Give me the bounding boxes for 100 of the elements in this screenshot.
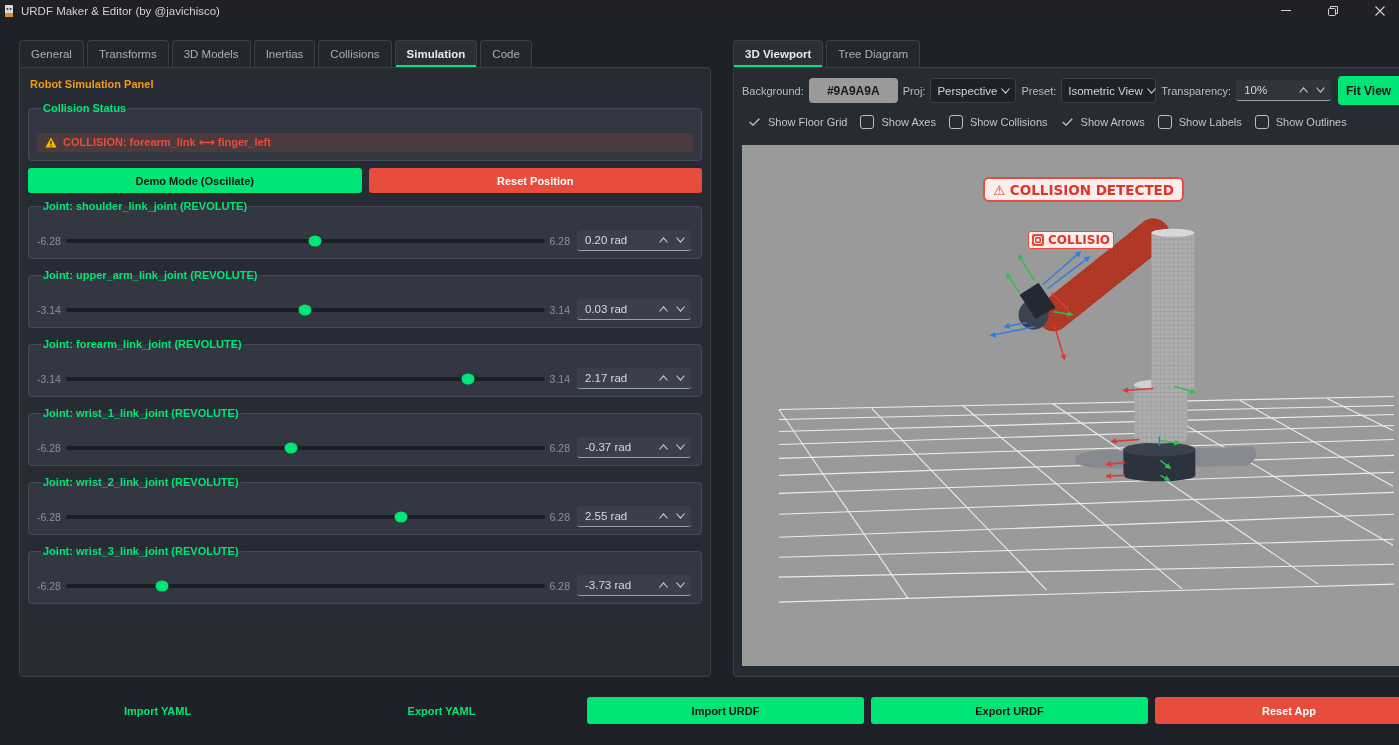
angle-spinbox[interactable]: -3.73 rad (577, 575, 691, 596)
viewport-canvas[interactable]: ⚠ COLLISION DETECTED COLLISIO (742, 145, 1399, 666)
chevron-down-icon[interactable] (676, 306, 685, 312)
warning-icon (45, 137, 57, 148)
collision-banner: ⚠ COLLISION DETECTED (983, 177, 1185, 202)
max-label: 6.28 (549, 510, 570, 523)
alert-message: COLLISION: forearm_link ⟷ finger_left (63, 136, 271, 149)
panel-title: Robot Simulation Panel (30, 77, 155, 91)
transparency-spinbox[interactable]: 10% (1236, 80, 1332, 101)
tab[interactable]: Code (480, 40, 532, 67)
slider-thumb[interactable] (308, 235, 322, 246)
chevron-up-icon[interactable] (659, 582, 668, 588)
min-label: -3.14 (37, 303, 61, 316)
chevron-down-icon[interactable] (676, 237, 685, 243)
group-title: Collision Status (42, 101, 128, 115)
tab[interactable]: Transforms (86, 40, 169, 67)
joint-title: Joint: forearm_link_joint (REVOLUTE) (42, 337, 243, 351)
chevron-down-icon (1146, 87, 1156, 94)
field-label: Proj: (902, 84, 926, 97)
checkbox[interactable] (1254, 115, 1269, 129)
slider-track[interactable] (65, 376, 545, 381)
checkbox[interactable] (860, 115, 875, 129)
angle-spinbox[interactable]: 0.03 rad (577, 299, 691, 320)
footer-button[interactable]: Import URDF (587, 697, 864, 724)
chevron-up-icon[interactable] (659, 237, 668, 243)
emblem-icon (1032, 234, 1044, 246)
footer-button[interactable]: Export URDF (871, 697, 1148, 724)
chevron-up-icon[interactable] (1299, 87, 1309, 93)
joint-title: Joint: upper_arm_link_joint (REVOLUTE) (42, 268, 259, 282)
tab[interactable]: Collisions (318, 40, 392, 67)
field-label: Preset: (1021, 84, 1057, 97)
restore-icon[interactable] (1328, 5, 1338, 16)
projection-dropdown[interactable]: Perspective (930, 78, 1017, 103)
max-label: 3.14 (549, 303, 570, 316)
field-label: Background: (742, 84, 804, 97)
joint-title: Joint: wrist_1_link_joint (REVOLUTE) (42, 406, 240, 420)
fit-view-button[interactable]: Fit View (1338, 76, 1399, 105)
slider-thumb[interactable] (461, 373, 475, 384)
close-icon[interactable] (1375, 5, 1385, 16)
slider-thumb[interactable] (284, 442, 298, 453)
checkmark-icon[interactable] (1061, 118, 1073, 126)
field-label: Transparency: (1161, 84, 1232, 97)
angle-spinbox[interactable]: 2.55 rad (577, 506, 691, 527)
footer-button[interactable]: Export YAML (303, 697, 580, 724)
chevron-down-icon[interactable] (676, 582, 685, 588)
chevron-down-icon[interactable] (676, 444, 685, 450)
app-icon (4, 4, 14, 17)
chevron-down-icon[interactable] (676, 375, 685, 381)
tag-label: COLLISIO (1048, 233, 1111, 247)
option-label[interactable]: Show Collisions (969, 116, 1048, 128)
min-label: -6.28 (37, 579, 61, 592)
footer-button[interactable]: Reset App (1155, 697, 1399, 724)
slider-track[interactable] (65, 445, 545, 450)
tab[interactable]: Simulation (394, 40, 478, 67)
color-swatch-button[interactable]: #9A9A9A (808, 78, 898, 103)
chevron-up-icon[interactable] (659, 444, 668, 450)
chevron-up-icon[interactable] (659, 306, 668, 312)
tab[interactable]: Tree Diagram (826, 40, 921, 67)
action-button[interactable]: Demo Mode (Oscillate) (28, 168, 362, 193)
checkbox[interactable] (1157, 115, 1172, 129)
chevron-down-icon[interactable] (1316, 87, 1326, 93)
max-label: 6.28 (549, 234, 570, 247)
slider-track[interactable] (65, 514, 545, 519)
chevron-up-icon[interactable] (659, 375, 668, 381)
max-label: 6.28 (549, 441, 570, 454)
checkbox[interactable] (948, 115, 963, 129)
slider-track[interactable] (65, 307, 545, 312)
option-label[interactable]: Show Outlines (1275, 116, 1347, 128)
max-label: 6.28 (549, 579, 570, 592)
chevron-up-icon[interactable] (659, 513, 668, 519)
chevron-down-icon[interactable] (676, 513, 685, 519)
joint-title: Joint: shoulder_link_joint (REVOLUTE) (42, 199, 249, 213)
action-button[interactable]: Reset Position (368, 168, 702, 193)
preset-dropdown[interactable]: Isometric View (1061, 78, 1157, 103)
option-label[interactable]: Show Floor Grid (768, 116, 848, 128)
slider-thumb[interactable] (394, 511, 408, 522)
option-label[interactable]: Show Arrows (1080, 116, 1145, 128)
slider-track[interactable] (65, 238, 545, 243)
chevron-down-icon (1001, 87, 1011, 94)
min-label: -6.28 (37, 234, 61, 247)
tab[interactable]: Inertias (253, 40, 316, 67)
angle-spinbox[interactable]: 2.17 rad (577, 368, 691, 389)
joint-title: Joint: wrist_2_link_joint (REVOLUTE) (42, 475, 240, 489)
min-label: -6.28 (37, 441, 61, 454)
checkmark-icon[interactable] (749, 118, 760, 126)
tab[interactable]: 3D Viewport (733, 40, 824, 67)
footer-button[interactable]: Import YAML (19, 697, 296, 724)
max-label: 3.14 (549, 372, 570, 385)
tab[interactable]: 3D Models (171, 40, 251, 67)
slider-thumb[interactable] (155, 580, 169, 591)
min-label: -6.28 (37, 510, 61, 523)
slider-thumb[interactable] (298, 304, 312, 315)
option-label[interactable]: Show Labels (1178, 116, 1242, 128)
angle-spinbox[interactable]: 0.20 rad (577, 230, 691, 251)
joint-title: Joint: wrist_3_link_joint (REVOLUTE) (42, 544, 240, 558)
angle-spinbox[interactable]: -0.37 rad (577, 437, 691, 458)
slider-track[interactable] (65, 583, 545, 588)
option-label[interactable]: Show Axes (881, 116, 936, 128)
tab[interactable]: General (19, 40, 84, 67)
min-label: -3.14 (37, 372, 61, 385)
